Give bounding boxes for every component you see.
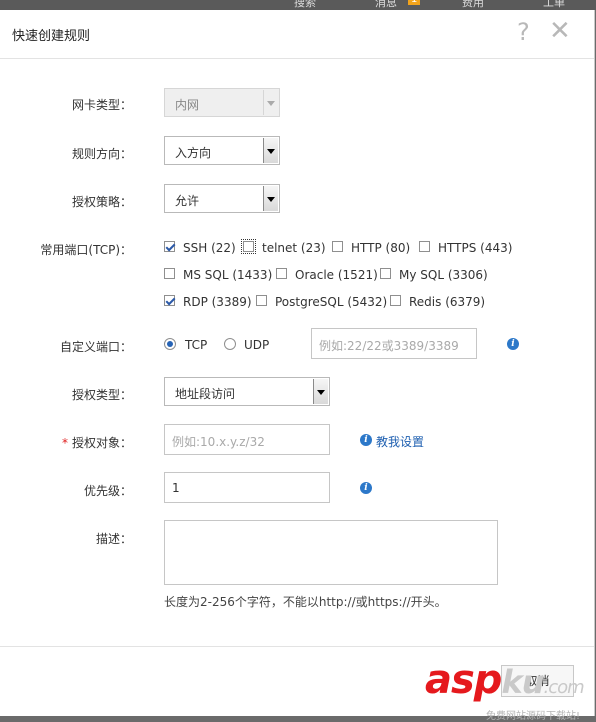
policy-value: 允许 — [175, 194, 200, 208]
port-checkbox-telnet[interactable] — [241, 239, 256, 254]
nic-type-value: 内网 — [175, 98, 200, 112]
top-nav-search[interactable]: 搜索 — [294, 0, 316, 10]
watermark-logo: aspku.com — [425, 657, 585, 708]
required-mark: * — [61, 436, 68, 450]
port-label-redis[interactable]: Redis (6379) — [409, 295, 485, 309]
port-checkbox-postgresql[interactable] — [256, 295, 267, 306]
dialog-title: 快速创建规则 — [12, 29, 91, 44]
port-checkbox-mysql[interactable] — [380, 268, 391, 279]
help-setup-link[interactable]: 教我设置 — [376, 433, 424, 450]
close-icon[interactable]: ✕ — [549, 16, 571, 46]
port-label-rdp[interactable]: RDP (3389) — [183, 295, 252, 309]
description-label: 描述： — [95, 532, 132, 546]
info-icon: i — [360, 434, 372, 446]
direction-select[interactable]: 入方向 — [164, 136, 280, 165]
protocol-radio-tcp[interactable] — [164, 338, 176, 350]
port-checkbox-rdp[interactable] — [164, 295, 175, 306]
watermark-ku: ku — [501, 663, 544, 701]
message-count-badge: 1 — [408, 0, 421, 5]
watermark-main: asp — [425, 657, 502, 703]
protocol-label-tcp[interactable]: TCP — [185, 338, 207, 352]
top-nav-billing[interactable]: 费用 — [462, 0, 484, 10]
top-nav-messages[interactable]: 消息 — [375, 0, 397, 10]
direction-label: 规则方向： — [71, 147, 132, 161]
protocol-radio-udp[interactable] — [224, 338, 236, 350]
port-label-http[interactable]: HTTP (80) — [351, 241, 410, 255]
common-ports-label: 常用端口(TCP)： — [40, 243, 132, 257]
custom-port-label: 自定义端口： — [59, 340, 132, 354]
port-label-mysql[interactable]: My SQL (3306) — [399, 268, 488, 282]
auth-type-select[interactable]: 地址段访问 — [164, 377, 330, 406]
watermark-subtitle: 免费网站源码下载站! — [486, 711, 581, 722]
policy-label: 授权策略： — [71, 195, 132, 209]
description-textarea[interactable] — [164, 520, 498, 585]
direction-value: 入方向 — [175, 146, 212, 160]
port-label-telnet[interactable]: telnet (23) — [262, 241, 326, 255]
description-hint: 长度为2-256个字符，不能以http://或https://开头。 — [164, 595, 447, 609]
nic-type-select: 内网 — [164, 88, 280, 117]
chevron-down-icon[interactable] — [313, 379, 328, 404]
port-checkbox-ssh[interactable] — [164, 241, 175, 252]
port-label-postgresql[interactable]: PostgreSQL (5432) — [275, 295, 387, 309]
auth-type-label: 授权类型： — [71, 388, 132, 402]
help-icon[interactable]: ? — [517, 18, 530, 46]
port-checkbox-mssql[interactable] — [164, 268, 175, 279]
auth-object-label-text: 授权对象： — [71, 436, 132, 450]
chevron-down-icon — [263, 90, 278, 115]
top-nav-bar: 搜索 消息 1 费用 工单 — [0, 0, 596, 10]
info-icon[interactable]: i — [507, 338, 519, 350]
top-nav-ticket[interactable]: 工单 — [543, 0, 565, 10]
port-label-ssh[interactable]: SSH (22) — [183, 241, 236, 255]
info-icon[interactable]: i — [360, 482, 372, 494]
port-label-mssql[interactable]: MS SQL (1433) — [183, 268, 272, 282]
port-checkbox-oracle[interactable] — [276, 268, 287, 279]
port-label-oracle[interactable]: Oracle (1521) — [295, 268, 378, 282]
create-rule-dialog: 快速创建规则 ? ✕ 网卡类型： 内网 规则方向： 入方向 授权策略： 允许 常… — [0, 10, 595, 722]
priority-input[interactable]: 1 — [164, 472, 330, 503]
chevron-down-icon[interactable] — [263, 138, 278, 163]
footer-divider — [0, 646, 594, 647]
port-label-https[interactable]: HTTPS (443) — [438, 241, 512, 255]
auth-object-label: * 授权对象： — [0, 434, 132, 451]
chevron-down-icon[interactable] — [263, 186, 278, 211]
protocol-label-udp[interactable]: UDP — [244, 338, 269, 352]
port-checkbox-http[interactable] — [332, 241, 343, 252]
nic-type-label: 网卡类型： — [71, 98, 132, 112]
watermark-com: .com — [543, 677, 585, 698]
port-checkbox-redis[interactable] — [390, 295, 401, 306]
dialog-header: 快速创建规则 ? ✕ — [0, 10, 594, 59]
port-checkbox-https[interactable] — [419, 241, 430, 252]
policy-select[interactable]: 允许 — [164, 184, 280, 213]
auth-object-input[interactable]: 例如:10.x.y.z/32 — [164, 424, 330, 455]
priority-label: 优先级： — [83, 484, 132, 498]
auth-type-value: 地址段访问 — [175, 387, 236, 401]
custom-port-input[interactable]: 例如:22/22或3389/3389 — [311, 328, 477, 359]
